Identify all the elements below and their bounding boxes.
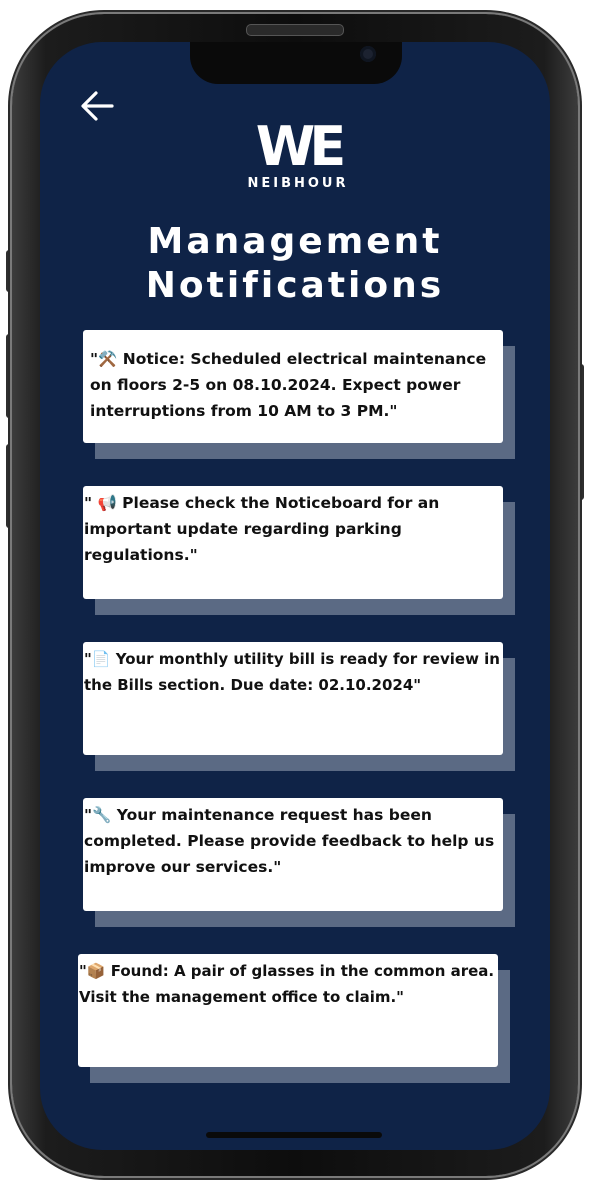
notification-card-wrapper: "⚒️ Notice: Scheduled electrical mainten… <box>83 330 515 459</box>
power-button <box>578 364 584 500</box>
app-screen: WE NEIBHOUR Management Notifications "⚒️… <box>40 42 550 1150</box>
notification-card[interactable]: "📄 Your monthly utility bill is ready fo… <box>83 642 503 755</box>
app-logo: WE NEIBHOUR <box>240 115 356 192</box>
notification-card[interactable]: "🔧 Your maintenance request has been com… <box>83 798 503 911</box>
home-indicator[interactable] <box>206 1132 382 1138</box>
back-button[interactable] <box>78 88 118 124</box>
page-title-line-2: Notifications <box>145 265 445 306</box>
logo-mark: WE <box>255 115 346 178</box>
arrow-left-icon <box>81 91 114 121</box>
notification-card[interactable]: " 📢 Please check the Noticeboard for an … <box>83 486 503 599</box>
notch <box>190 42 402 84</box>
notification-text: "📄 Your monthly utility bill is ready fo… <box>84 650 500 694</box>
notification-card[interactable]: "📦 Found: A pair of glasses in the commo… <box>78 954 498 1067</box>
page-title-line-1: Management <box>147 221 443 262</box>
earpiece-speaker <box>246 24 344 36</box>
page-title: Management Notifications <box>40 220 550 308</box>
notification-card-wrapper: " 📢 Please check the Noticeboard for an … <box>83 486 515 615</box>
notification-text: " 📢 Please check the Noticeboard for an … <box>84 494 440 564</box>
notification-text: "🔧 Your maintenance request has been com… <box>84 806 495 876</box>
logo-text: NEIBHOUR <box>247 176 349 191</box>
notification-text: "📦 Found: A pair of glasses in the commo… <box>79 962 495 1006</box>
notification-card-wrapper: "📄 Your monthly utility bill is ready fo… <box>83 642 515 771</box>
front-camera <box>360 46 376 62</box>
notification-card-wrapper: "📦 Found: A pair of glasses in the commo… <box>78 954 510 1083</box>
notification-text: "⚒️ Notice: Scheduled electrical mainten… <box>90 350 487 420</box>
notification-card-wrapper: "🔧 Your maintenance request has been com… <box>83 798 515 927</box>
notification-card[interactable]: "⚒️ Notice: Scheduled electrical mainten… <box>83 330 503 443</box>
